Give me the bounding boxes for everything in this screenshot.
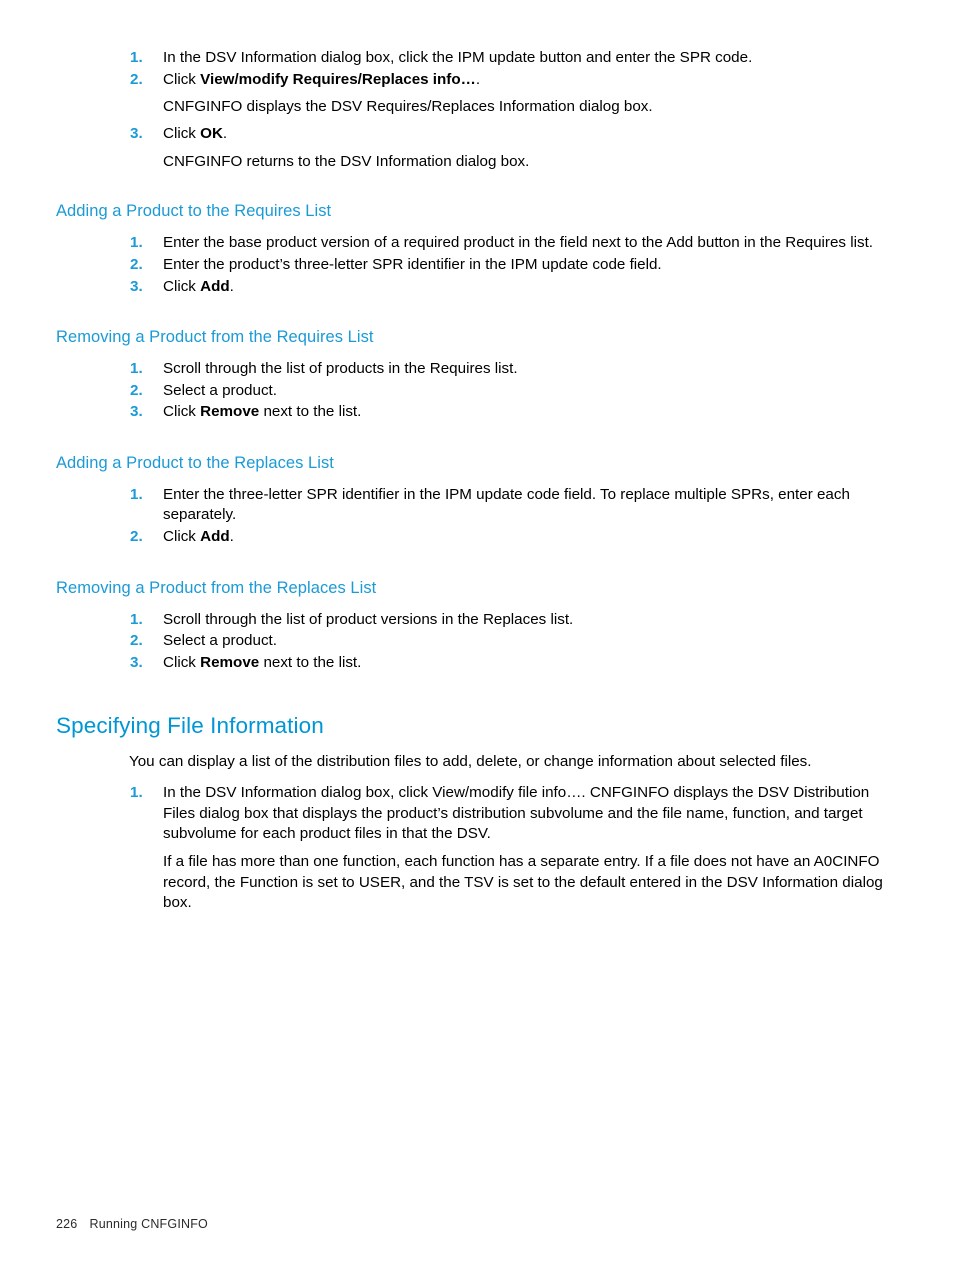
text-segment: . — [475, 70, 481, 88]
list-item-text: Select a product. — [163, 632, 277, 650]
list-item-number: 1. — [130, 783, 143, 801]
text-segment: Click — [163, 277, 201, 295]
list-item-text: Enter the base product version of a requ… — [163, 234, 874, 252]
main-steps-list: 1. In the DSV Information dialog box, cl… — [56, 783, 886, 914]
list-item-number: 3. — [130, 403, 143, 421]
text-segment: Click — [163, 403, 201, 421]
list-item-number: 1. — [130, 485, 143, 503]
page-footer: 226 Running CNFGINFO — [56, 1217, 208, 1231]
list-item-text: In the DSV Information dialog box, click… — [163, 49, 753, 66]
page-title: Specifying File Information — [56, 712, 324, 738]
list-item: 2. Select a product. — [56, 631, 886, 652]
list-item-text: Click Add. — [163, 527, 886, 548]
list-item-number: 1. — [130, 49, 143, 66]
list-item-text: Click OK. — [163, 124, 886, 145]
list-item-number: 1. — [130, 234, 143, 252]
list-item-text: Click Remove next to the list. — [163, 653, 886, 674]
list-item-number: 3. — [130, 125, 143, 143]
list-item: 3. Click OK. — [56, 124, 886, 145]
top-steps-list: 1. In the DSV Information dialog box, cl… — [56, 48, 886, 172]
list-item: 2. Enter the product’s three-letter SPR … — [56, 255, 886, 276]
list-item-followup: CNFGINFO returns to the DSV Information … — [163, 152, 530, 170]
section-intro-paragraph: You can display a list of the distributi… — [129, 753, 812, 771]
bold-ui-label: Remove — [200, 653, 260, 671]
list-item: 3. Click Remove next to the list. — [56, 653, 886, 674]
text-segment: Click — [163, 70, 201, 88]
bold-ui-label: Remove — [200, 403, 260, 421]
text-segment: Click — [163, 653, 201, 671]
list-item-number: 3. — [130, 277, 143, 295]
text-segment: . — [222, 125, 228, 143]
text-segment: . — [229, 528, 234, 546]
text-segment: Click — [163, 125, 201, 143]
list-item-followup: CNFGINFO displays the DSV Requires/Repla… — [163, 98, 653, 116]
list-item-text: In the DSV Information dialog box, click… — [163, 783, 870, 843]
list-item: 1. Scroll through the list of product ve… — [56, 610, 886, 631]
list-item: 2. Click Add. — [56, 527, 886, 548]
section-steps-list: 1. Scroll through the list of products i… — [56, 359, 886, 423]
list-item-text: Click View/modify Requires/Replaces info… — [163, 70, 886, 91]
list-item: 1. In the DSV Information dialog box, cl… — [56, 783, 886, 845]
bold-ui-label: Add — [200, 277, 230, 295]
section-steps-list: 1. Enter the base product version of a r… — [56, 233, 886, 297]
document-page: 1. In the DSV Information dialog box, cl… — [0, 0, 954, 1271]
text-segment: next to the list. — [259, 653, 362, 671]
list-item-text: Select a product. — [163, 381, 277, 399]
list-item-number: 1. — [130, 359, 143, 377]
bold-ui-label: View/modify Requires/Replaces info… — [200, 70, 476, 88]
list-item-text: Click Add. — [163, 277, 886, 298]
text-segment: next to the list. — [259, 403, 362, 421]
section-heading: Removing a Product from the Requires Lis… — [56, 328, 374, 347]
section-heading: Adding a Product to the Replaces List — [56, 453, 334, 472]
list-item: 1. Enter the base product version of a r… — [56, 233, 886, 254]
list-item: 1. Scroll through the list of products i… — [56, 359, 886, 380]
section-heading: Removing a Product from the Replaces Lis… — [56, 578, 377, 597]
list-item-number: 2. — [130, 255, 143, 273]
list-item: 3. Click Remove next to the list. — [56, 402, 886, 423]
section-steps-list: 1. Enter the three-letter SPR identifier… — [56, 485, 886, 548]
list-item-followup: If a file has more than one function, ea… — [163, 852, 883, 912]
list-item-text: Enter the product’s three-letter SPR ide… — [163, 255, 662, 273]
footer-page-number: 226 — [56, 1217, 78, 1231]
section-steps-list: 1. Scroll through the list of product ve… — [56, 610, 886, 674]
section-heading: Adding a Product to the Requires List — [56, 202, 332, 221]
list-item-number: 3. — [130, 653, 143, 671]
list-item-number: 2. — [130, 528, 143, 546]
list-item-text: Scroll through the list of product versi… — [163, 610, 574, 628]
list-item: 3. Click Add. — [56, 277, 886, 298]
page-content: 1. In the DSV Information dialog box, cl… — [56, 48, 886, 914]
list-item-text: Scroll through the list of products in t… — [163, 359, 518, 377]
list-item-number: 2. — [130, 70, 143, 88]
bold-ui-label: OK — [200, 125, 223, 143]
list-item: 1. Enter the three-letter SPR identifier… — [56, 485, 886, 526]
list-item-text: Click Remove next to the list. — [163, 402, 886, 423]
list-item: 1. In the DSV Information dialog box, cl… — [56, 48, 886, 69]
bold-ui-label: Add — [200, 528, 230, 546]
list-item: 2. Click View/modify Requires/Replaces i… — [56, 70, 886, 91]
list-item-number: 1. — [130, 610, 143, 628]
list-item-number: 2. — [130, 381, 143, 399]
footer-chapter-title: Running CNFGINFO — [89, 1217, 208, 1231]
text-segment: . — [229, 277, 234, 295]
list-item-number: 2. — [130, 632, 143, 650]
text-segment: Click — [163, 528, 201, 546]
list-item-text: Enter the three-letter SPR identifier in… — [163, 485, 850, 524]
list-item: 2. Select a product. — [56, 381, 886, 402]
